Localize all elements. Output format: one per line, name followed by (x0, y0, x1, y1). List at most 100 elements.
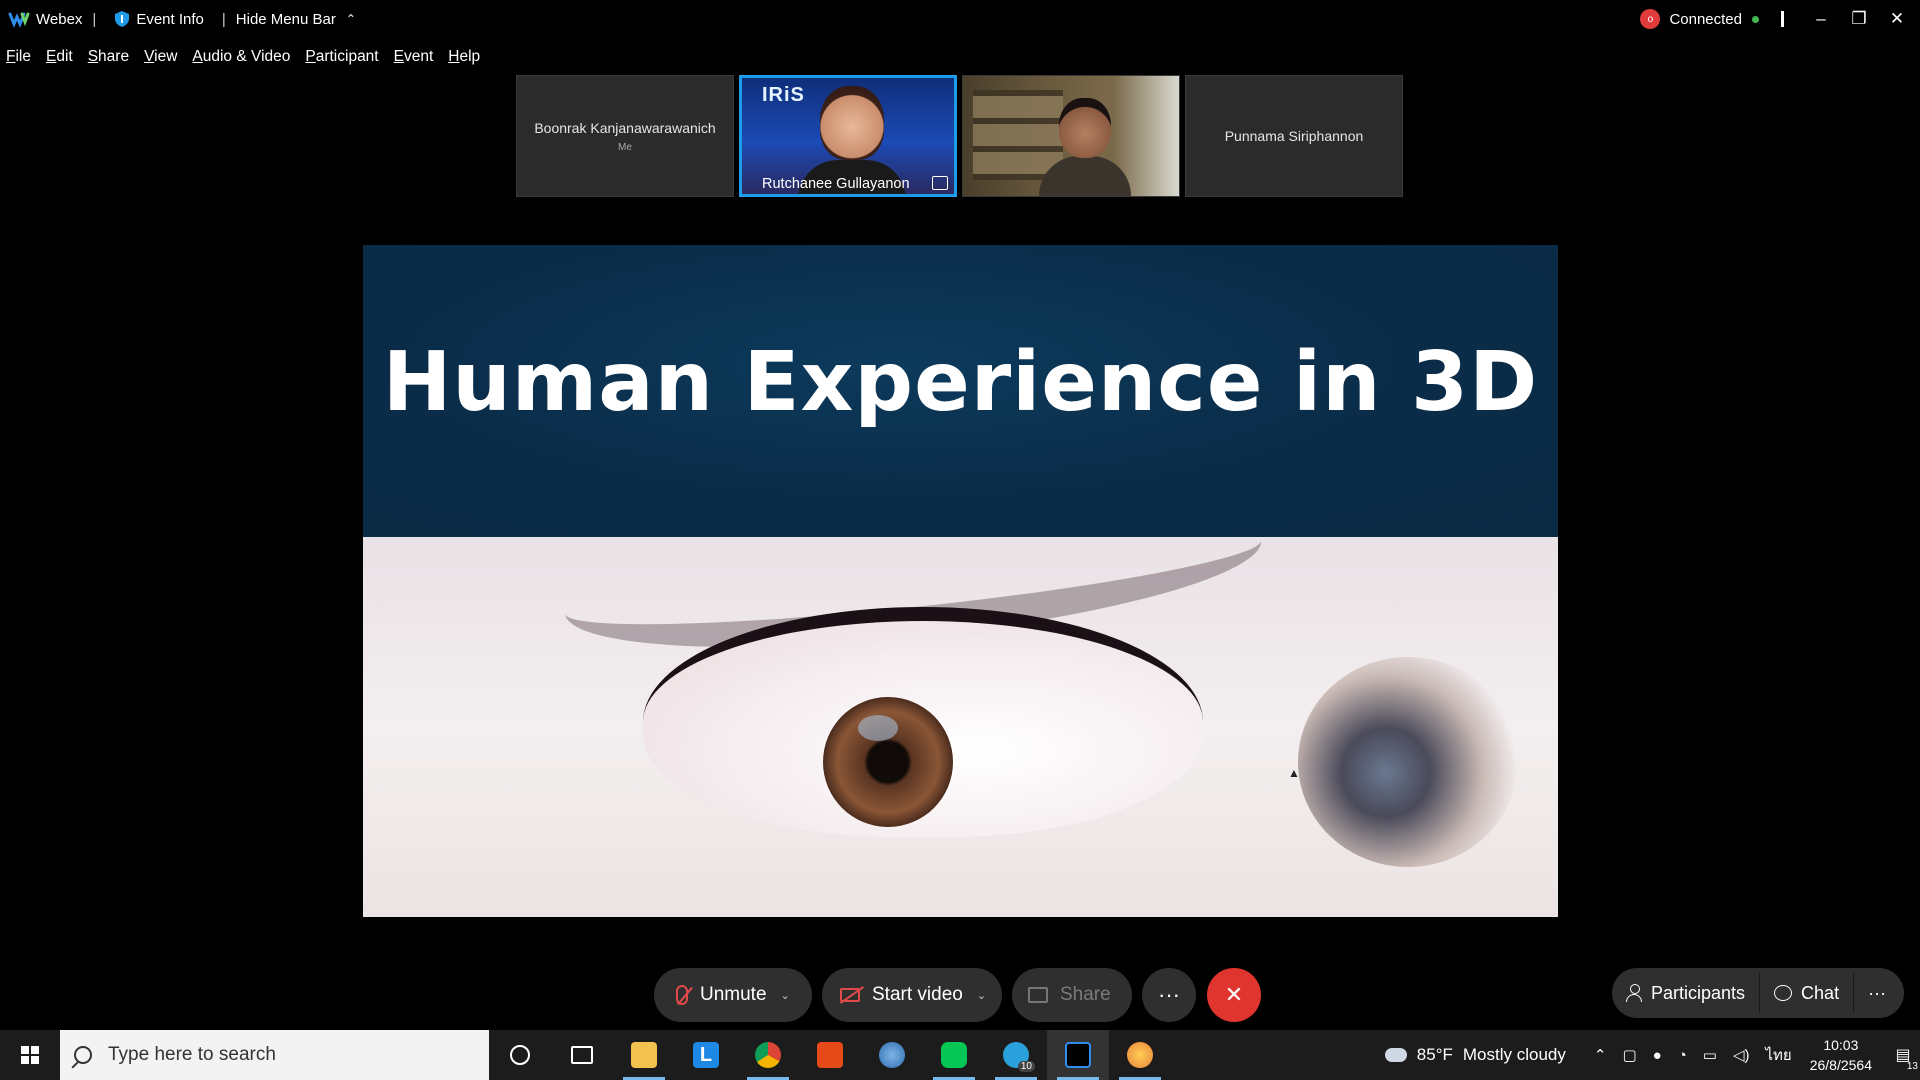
participant-tile-video[interactable] (962, 75, 1180, 197)
title-separator: | (221, 10, 226, 28)
unmute-label: Unmute (700, 984, 767, 1005)
search-placeholder: Type here to search (108, 1044, 276, 1065)
eye-glint (858, 715, 898, 741)
wifi-icon[interactable]: ◔ (1678, 1047, 1687, 1064)
video-person-face (1059, 98, 1111, 158)
app-name: Webex (36, 10, 83, 28)
menu-view[interactable]: View (144, 48, 177, 66)
taskbar-app-file-explorer[interactable] (613, 1030, 675, 1080)
close-icon[interactable]: ✕ (1878, 9, 1916, 29)
menu-file[interactable]: File (6, 48, 31, 66)
menu-event[interactable]: Event (394, 48, 434, 66)
weather-temp: 85°F (1416, 1045, 1453, 1064)
share-button[interactable]: Share (1012, 968, 1132, 1022)
battery-icon[interactable]: ▭ (1703, 1046, 1717, 1064)
second-eye-shape (1298, 657, 1518, 867)
speaker-icon[interactable]: ◁) (1733, 1046, 1750, 1064)
shield-icon (115, 11, 130, 27)
participants-button[interactable]: Participants (1612, 968, 1759, 1018)
participant-tile[interactable]: Punnama Siriphannon (1185, 75, 1403, 197)
participant-tile-me[interactable]: Boonrak Kanjanawarawanich Me (516, 75, 734, 197)
video-person-face (820, 86, 884, 160)
shared-screen[interactable]: Human Experience in 3D ▲ (363, 209, 1558, 955)
folder-icon (631, 1042, 657, 1068)
divider (1781, 11, 1784, 27)
chevron-down-icon[interactable]: ⌄ (781, 989, 790, 1002)
clock-date: 26/8/2564 (1809, 1057, 1872, 1073)
menu-edit[interactable]: Edit (46, 48, 73, 66)
taskbar-app-telegram[interactable]: 10 (985, 1030, 1047, 1080)
telegram-badge: 10 (1017, 1061, 1035, 1072)
sharing-icon (932, 176, 948, 190)
cloud-icon (1384, 1048, 1407, 1062)
start-video-button[interactable]: Start video ⌄ (822, 968, 1002, 1022)
weather-widget[interactable]: 85°F Mostly cloudy (1384, 1045, 1566, 1065)
weather-desc: Mostly cloudy (1462, 1045, 1566, 1064)
leave-meeting-button[interactable]: ✕ (1207, 968, 1261, 1022)
clock-time: 10:03 (1823, 1037, 1859, 1053)
globe-icon (879, 1042, 905, 1068)
side-panel-controls: Participants Chat ··· (1612, 968, 1904, 1018)
hide-menu-bar-label: Hide Menu Bar (235, 10, 336, 28)
taskbar-app-globe[interactable] (861, 1030, 923, 1080)
notification-center-button[interactable]: ▤ 13 (1886, 1030, 1920, 1080)
connection-status[interactable]: Connected (1669, 11, 1742, 28)
slide-header: Human Experience in 3D (363, 245, 1558, 537)
webex-icon (1065, 1042, 1091, 1068)
more-options-button[interactable]: ··· (1142, 968, 1196, 1022)
chat-label: Chat (1801, 982, 1840, 1003)
taskbar-app-launcher[interactable]: L (675, 1030, 737, 1080)
title-bar: Webex | Event Info | Hide Menu Bar ⌃ o C… (0, 0, 1920, 38)
task-view-icon (571, 1046, 593, 1064)
taskbar-app-office[interactable] (799, 1030, 861, 1080)
input-language[interactable]: ไทย (1765, 1043, 1791, 1067)
event-info-button[interactable]: Event Info (114, 10, 204, 28)
start-video-label: Start video (872, 984, 963, 1005)
cortana-button[interactable] (489, 1030, 551, 1080)
taskbar-app-snip[interactable] (1109, 1030, 1171, 1080)
chevron-up-icon: ⌃ (345, 12, 356, 26)
meet-now-icon[interactable]: ▢ (1622, 1046, 1636, 1064)
participant-name: Boonrak Kanjanawarawanich (534, 119, 716, 136)
chevron-up-icon[interactable]: ⌃ (1594, 1046, 1607, 1064)
slide-title: Human Experience in 3D (382, 334, 1539, 430)
mic-muted-icon (676, 985, 688, 1005)
participant-strip: Boonrak Kanjanawarawanich Me IRiS Rutcha… (516, 75, 1403, 197)
share-screen-icon (1028, 987, 1048, 1003)
menu-participant[interactable]: Participant (305, 48, 378, 66)
unmute-button[interactable]: Unmute ⌄ (654, 968, 812, 1022)
taskbar-app-webex[interactable] (1047, 1030, 1109, 1080)
search-icon (74, 1046, 92, 1064)
more-icon: ··· (1158, 982, 1180, 1007)
panel-more-button[interactable]: ··· (1854, 968, 1900, 1018)
menu-bar: File Edit Share View Audio & Video Parti… (0, 38, 495, 76)
taskbar-app-chrome[interactable] (737, 1030, 799, 1080)
windows-taskbar: Type here to search L 10 85°F Mostly clo… (0, 1030, 1920, 1080)
participant-name: Punnama Siriphannon (1224, 128, 1364, 144)
menu-audio-video[interactable]: Audio & Video (192, 48, 290, 66)
taskbar-search-box[interactable]: Type here to search (60, 1030, 489, 1080)
clock[interactable]: 10:03 26/8/2564 (1810, 1035, 1872, 1075)
minimize-icon[interactable]: – (1802, 9, 1840, 29)
chat-bubble-icon (1774, 985, 1793, 1001)
microphone-icon[interactable]: ● (1653, 1047, 1662, 1064)
iris-logo: IRiS (762, 84, 805, 106)
menu-help[interactable]: Help (448, 48, 480, 66)
start-button[interactable] (0, 1030, 60, 1080)
notification-count: 13 (1906, 1061, 1918, 1072)
video-background-shelf (973, 90, 1063, 180)
office-icon (817, 1042, 843, 1068)
l-app-icon: L (693, 1042, 719, 1068)
restore-icon[interactable]: ❐ (1840, 9, 1878, 29)
participant-tile-active-speaker[interactable]: IRiS Rutchanee Gullayanon (739, 75, 957, 197)
taskbar-app-line[interactable] (923, 1030, 985, 1080)
participant-name: Rutchanee Gullayanon (762, 176, 910, 192)
meeting-controls: Unmute ⌄ Start video ⌄ Share ··· ✕ Parti… (0, 968, 1920, 1022)
menu-share[interactable]: Share (88, 48, 129, 66)
task-view-button[interactable] (551, 1030, 613, 1080)
chat-button[interactable]: Chat (1760, 968, 1853, 1018)
hide-menu-bar-button[interactable]: Hide Menu Bar ⌃ (236, 11, 356, 28)
close-icon: ✕ (1224, 982, 1244, 1007)
chevron-down-icon[interactable]: ⌄ (977, 989, 986, 1002)
more-icon: ··· (1868, 982, 1887, 1003)
